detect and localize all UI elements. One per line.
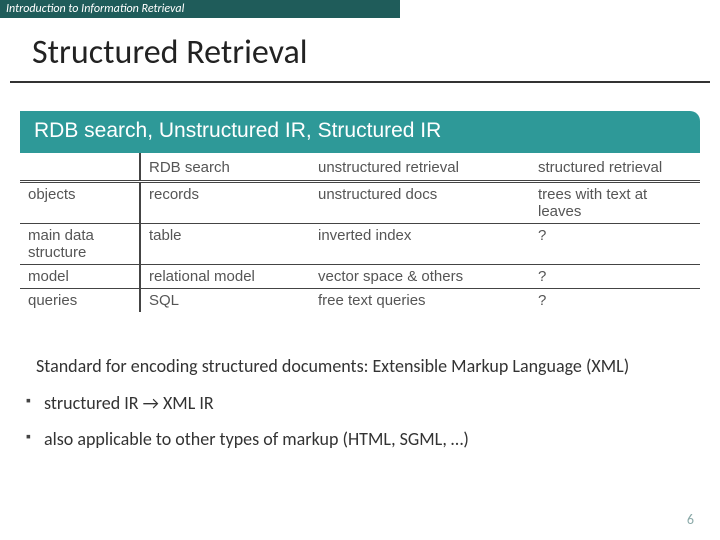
table-row: model relational model vector space & ot… xyxy=(20,265,700,289)
header-bar: Introduction to Information Retrieval xyxy=(0,0,400,18)
cell: table xyxy=(140,224,310,265)
cell: records xyxy=(140,182,310,224)
cell: unstructured docs xyxy=(310,182,530,224)
comparison-table: RDB search unstructured retrieval struct… xyxy=(20,153,700,312)
cell: ? xyxy=(530,265,700,289)
th-rdb: RDB search xyxy=(140,153,310,182)
th-blank xyxy=(20,153,140,182)
table-row: objects records unstructured docs trees … xyxy=(20,182,700,224)
bullet-list: structured IR → XML IR also applicable t… xyxy=(26,392,720,450)
th-structured: structured retrieval xyxy=(530,153,700,182)
cell: SQL xyxy=(140,289,310,313)
cell: inverted index xyxy=(310,224,530,265)
table-caption: RDB search, Unstructured IR, Structured … xyxy=(20,111,700,153)
cell: trees with text at leaves xyxy=(530,182,700,224)
slide: Introduction to Information Retrieval St… xyxy=(0,0,720,540)
table-header-row: RDB search unstructured retrieval struct… xyxy=(20,153,700,182)
cell: ? xyxy=(530,289,700,313)
cell: vector space & others xyxy=(310,265,530,289)
th-unstructured: unstructured retrieval xyxy=(310,153,530,182)
row-label: main data structure xyxy=(20,224,140,265)
page-number: 6 xyxy=(687,511,694,528)
row-label: objects xyxy=(20,182,140,224)
cell: relational model xyxy=(140,265,310,289)
table-row: queries SQL free text queries ? xyxy=(20,289,700,313)
list-item: structured IR → XML IR xyxy=(26,392,720,414)
row-label: queries xyxy=(20,289,140,313)
cell: free text queries xyxy=(310,289,530,313)
table-row: main data structure table inverted index… xyxy=(20,224,700,265)
row-label: model xyxy=(20,265,140,289)
cell: ? xyxy=(530,224,700,265)
slide-title: Structured Retrieval xyxy=(32,32,720,73)
list-item: also applicable to other types of markup… xyxy=(26,428,720,450)
paragraph: Standard for encoding structured documen… xyxy=(36,354,684,378)
title-rule xyxy=(10,81,710,83)
